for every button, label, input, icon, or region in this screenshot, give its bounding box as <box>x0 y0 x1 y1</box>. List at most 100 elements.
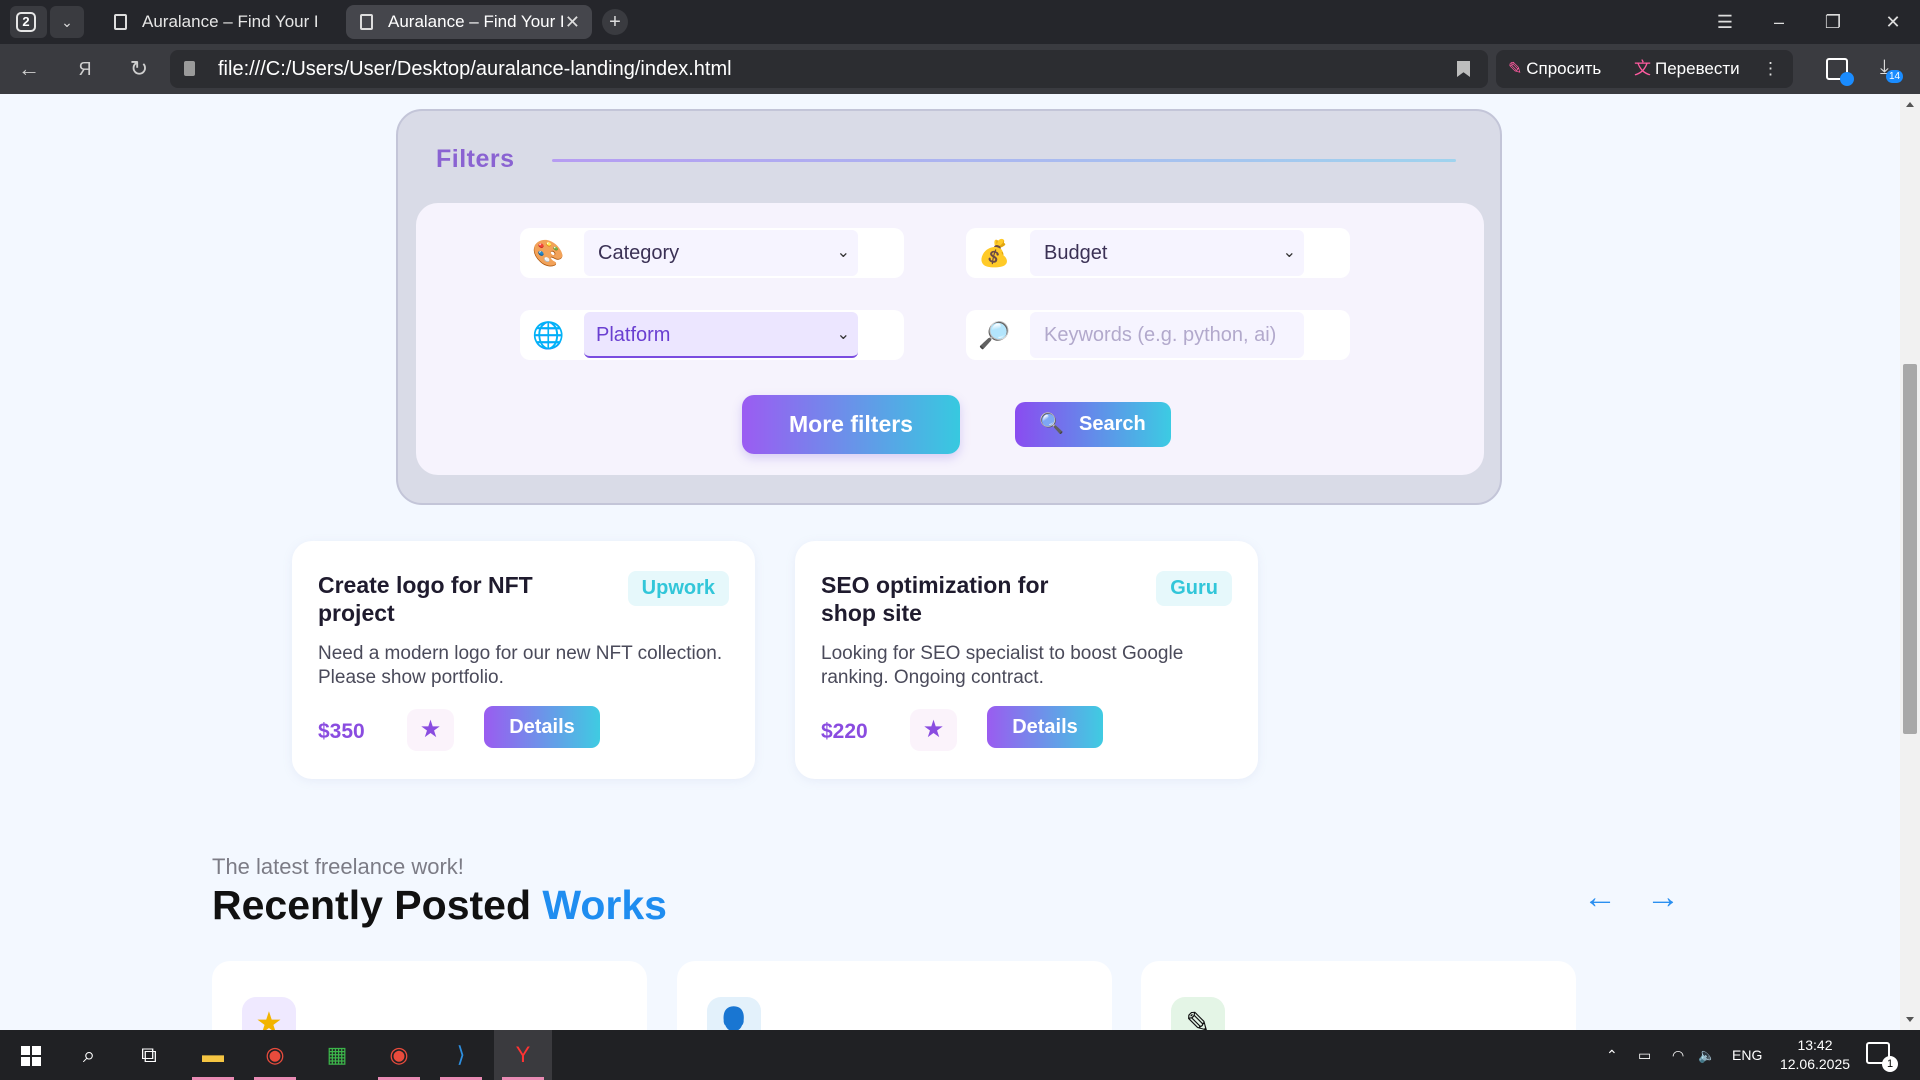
chevron-down-icon: ⌄ <box>1282 244 1296 261</box>
chevron-down-icon: ⌄ <box>836 326 850 343</box>
page-viewport: Filters 🎨 Category ⌄ 💰 Budget ⌄ 🌐 Platfo… <box>0 94 1900 1030</box>
app-icon[interactable]: ▦ <box>308 1030 366 1080</box>
yandex-browser-icon[interactable]: Y <box>494 1030 552 1080</box>
budget-select[interactable]: Budget ⌄ <box>1030 230 1304 276</box>
file-explorer-icon[interactable]: ▬ <box>184 1030 242 1080</box>
task-view-icon[interactable]: ⧉ <box>120 1030 178 1080</box>
search-icon: 🔍 <box>1039 413 1064 435</box>
address-field[interactable]: file:///C:/Users/User/Desktop/auralance-… <box>170 50 1488 88</box>
pencil-icon: ✎ <box>1171 997 1225 1030</box>
previous-arrow-button[interactable]: ← <box>1583 878 1617 917</box>
filters-title: Filters <box>436 145 515 173</box>
recent-heading-accent: Works <box>542 882 667 928</box>
translate-button[interactable]: 文 Перевести <box>1634 50 1740 88</box>
favorite-star-button[interactable]: ★ <box>407 709 454 751</box>
address-bar-row: ← Я ↻ file:///C:/Users/User/Desktop/aura… <box>0 44 1920 94</box>
chevron-down-icon: ⌄ <box>836 244 850 261</box>
close-tab-icon[interactable]: ✕ <box>565 5 580 39</box>
favorite-star-button[interactable]: ★ <box>910 709 957 751</box>
scroll-up-icon[interactable] <box>1906 102 1914 107</box>
globe-icon: 🌐 <box>532 320 565 350</box>
close-window-button[interactable]: ✕ <box>1866 0 1920 44</box>
category-select-value: Category <box>598 242 680 264</box>
work-card[interactable]: ★ <box>212 961 647 1030</box>
job-price: $220 <box>821 720 868 743</box>
platform-badge: Upwork <box>627 571 729 606</box>
work-card[interactable]: ✎ <box>1141 961 1576 1030</box>
wifi-icon[interactable]: ◠ <box>1672 1030 1684 1080</box>
more-options-icon[interactable]: ⋮ <box>1762 50 1779 88</box>
notifications-count: 1 <box>1882 1056 1898 1072</box>
minimize-button[interactable]: – <box>1752 0 1806 44</box>
language-indicator[interactable]: ENG <box>1732 1030 1762 1080</box>
volume-icon[interactable]: 🔈 <box>1698 1030 1715 1080</box>
ask-button[interactable]: ✎ Спросить <box>1508 50 1601 88</box>
keywords-input[interactable]: Keywords (e.g. python, ai) <box>1030 312 1304 358</box>
downloads-count: 14 <box>1886 70 1904 83</box>
keywords-field: 🔎 Keywords (e.g. python, ai) <box>966 310 1350 360</box>
extension-icon[interactable] <box>1826 58 1854 86</box>
windows-logo-icon <box>21 1046 41 1066</box>
tray-chevron-icon[interactable]: ⌃ <box>1606 1030 1618 1080</box>
chrome-icon[interactable]: ◉ <box>246 1030 304 1080</box>
job-description: Need a modern logo for our new NFT colle… <box>318 643 723 688</box>
vscode-icon[interactable]: ⟩ <box>432 1030 490 1080</box>
job-title: Create logo for NFT project <box>318 572 533 626</box>
check-badge-icon <box>1840 72 1854 86</box>
battery-icon[interactable]: ▭ <box>1638 1030 1651 1080</box>
document-icon <box>360 14 373 30</box>
details-button[interactable]: Details <box>987 706 1103 748</box>
downloads-icon[interactable]: ⤓ 14 <box>1880 56 1904 83</box>
ask-icon: ✎ <box>1508 59 1523 78</box>
notifications-icon[interactable]: 1 <box>1866 1042 1898 1072</box>
search-icon[interactable]: ⌕ <box>60 1030 118 1080</box>
work-card[interactable]: 👤 <box>677 961 1112 1030</box>
tab-list-chevron-icon[interactable]: ⌄ <box>50 6 84 38</box>
person-icon: 👤 <box>707 997 761 1030</box>
new-tab-button[interactable]: + <box>602 9 628 35</box>
ask-label: Спросить <box>1526 59 1602 78</box>
browser-tab-bar: 2 ⌄ Auralance – Find Your Best Auralance… <box>0 0 1920 44</box>
search-button[interactable]: 🔍 Search <box>1015 402 1171 447</box>
tab-counter-button[interactable]: 2 <box>10 6 47 38</box>
scrollbar-thumb[interactable] <box>1903 364 1917 734</box>
search-button-label: Search <box>1079 413 1146 435</box>
platform-select[interactable]: Platform ⌄ <box>584 312 858 358</box>
page-scrollbar[interactable] <box>1900 94 1920 1030</box>
browser-menu-icon[interactable]: ☰ <box>1698 0 1752 44</box>
palette-icon: 🎨 <box>532 238 565 268</box>
browser-tab-1[interactable]: Auralance – Find Your Best <box>100 5 340 39</box>
start-button[interactable] <box>0 1030 58 1080</box>
platform-badge: Guru <box>1156 571 1232 606</box>
job-card: SEO optimization for shop site Guru Look… <box>795 541 1258 779</box>
yandex-logo-icon[interactable]: Я <box>68 53 102 85</box>
category-select[interactable]: Category ⌄ <box>584 230 858 276</box>
recent-subtitle: The latest freelance work! <box>212 854 464 879</box>
restore-button[interactable]: ❐ <box>1806 0 1860 44</box>
clock[interactable]: 13:42 12.06.2025 <box>1770 1036 1860 1074</box>
scroll-down-icon[interactable] <box>1906 1017 1914 1022</box>
details-button[interactable]: Details <box>484 706 600 748</box>
budget-field: 💰 Budget ⌄ <box>966 228 1350 278</box>
back-arrow-icon[interactable]: ← <box>12 53 46 85</box>
money-bag-icon: 💰 <box>978 238 1011 268</box>
platform-select-value: Platform <box>596 324 671 346</box>
recent-heading: Recently Posted Works <box>212 882 667 929</box>
tab-count: 2 <box>16 12 36 32</box>
category-field: 🎨 Category ⌄ <box>520 228 904 278</box>
tab-title: Auralance – Find Your Best <box>142 12 317 31</box>
job-title: SEO optimization for shop site <box>821 572 1049 626</box>
more-filters-button[interactable]: More filters <box>742 395 960 454</box>
next-arrow-button[interactable]: → <box>1646 878 1680 917</box>
budget-select-value: Budget <box>1044 242 1108 264</box>
browser-tab-2-active[interactable]: Auralance – Find Your Best ✕ <box>346 5 592 39</box>
filters-divider <box>552 159 1456 162</box>
chrome-profile-icon[interactable]: ◉ <box>370 1030 428 1080</box>
clock-date: 12.06.2025 <box>1779 1056 1851 1072</box>
file-icon <box>184 61 195 76</box>
star-icon: ★ <box>242 997 296 1030</box>
bookmark-icon[interactable] <box>1457 61 1470 77</box>
job-description: Looking for SEO specialist to boost Goog… <box>821 643 1184 688</box>
reload-icon[interactable]: ↻ <box>122 53 156 85</box>
platform-field: 🌐 Platform ⌄ <box>520 310 904 360</box>
